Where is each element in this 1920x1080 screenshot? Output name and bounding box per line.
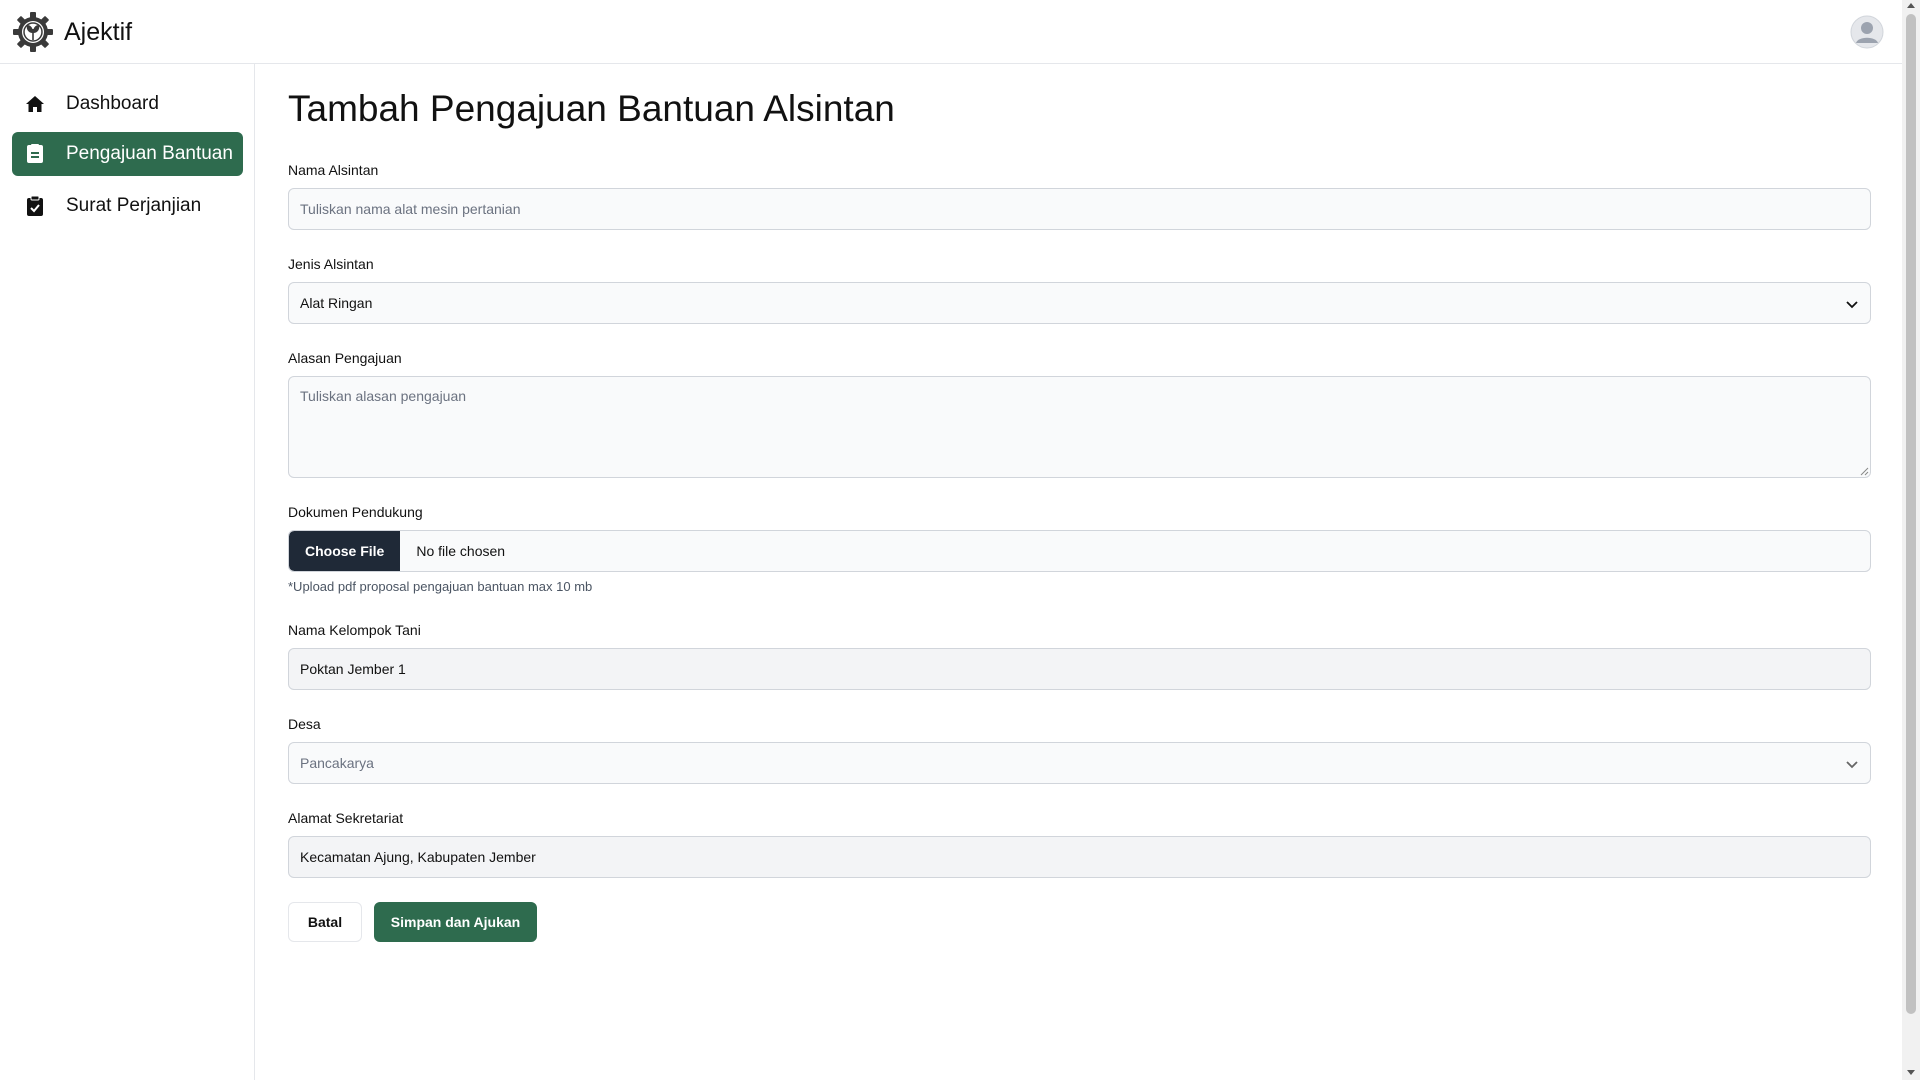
alamat-sekretariat-label: Alamat Sekretariat [288, 810, 404, 826]
submit-button[interactable]: Simpan dan Ajukan [374, 902, 537, 942]
home-icon [24, 93, 46, 115]
choose-file-button[interactable]: Choose File [289, 531, 401, 571]
sidebar-item-surat-perjanjian[interactable]: Surat Perjanjian [12, 184, 243, 228]
sidebar-item-label: Pengajuan Bantuan [66, 143, 233, 164]
nama-alsintan-label: Nama Alsintan [288, 162, 379, 178]
desa-label: Desa [288, 716, 321, 732]
app-name: Ajektif [64, 17, 133, 46]
chevron-down-icon [1846, 761, 1858, 769]
desa-value: Pancakarya [300, 755, 374, 771]
chevron-down-icon [1846, 301, 1858, 309]
alasan-pengajuan-label: Alasan Pengajuan [288, 350, 402, 366]
scroll-down-arrow-icon[interactable] [1907, 1070, 1915, 1075]
scrollbar-thumb[interactable] [1906, 14, 1916, 1014]
page-scrollbar[interactable] [1902, 0, 1920, 1080]
sidebar-item-label: Surat Perjanjian [66, 195, 202, 216]
nama-alsintan-input[interactable] [288, 188, 1871, 230]
alasan-pengajuan-wrapper [288, 376, 1871, 478]
nama-kelompok-tani-label: Nama Kelompok Tani [288, 622, 421, 638]
resize-handle-icon[interactable] [1859, 466, 1869, 476]
clipboard-check-icon [24, 195, 46, 217]
page-title: Tambah Pengajuan Bantuan Alsintan [288, 88, 895, 129]
sidebar-item-dashboard[interactable]: Dashboard [12, 82, 243, 126]
dokumen-helper-text: *Upload pdf proposal pengajuan bantuan m… [288, 579, 593, 594]
cancel-button[interactable]: Batal [288, 902, 362, 942]
user-avatar-icon[interactable] [1850, 15, 1884, 49]
jenis-alsintan-select[interactable]: Alat Ringan [288, 282, 1871, 324]
alasan-pengajuan-textarea[interactable] [288, 376, 1871, 478]
dokumen-pendukung-label: Dokumen Pendukung [288, 504, 423, 520]
top-navbar: Ajektif [0, 0, 1902, 64]
alamat-sekretariat-input[interactable] [288, 836, 1871, 878]
sidebar: Dashboard Pengajuan Bantuan Surat Perjan… [0, 64, 255, 1080]
jenis-alsintan-value: Alat Ringan [300, 295, 373, 311]
document-icon [24, 143, 46, 165]
desa-select[interactable]: Pancakarya [288, 742, 1871, 784]
nama-kelompok-tani-input[interactable] [288, 648, 1871, 690]
file-status-text: No file chosen [416, 543, 506, 559]
gear-leaf-logo-icon [13, 12, 53, 52]
dokumen-pendukung-file-input[interactable]: Choose File No file chosen [288, 530, 1871, 572]
scroll-up-arrow-icon[interactable] [1907, 3, 1915, 8]
sidebar-item-label: Dashboard [66, 93, 159, 114]
brand[interactable]: Ajektif [12, 11, 132, 53]
sidebar-item-pengajuan-bantuan[interactable]: Pengajuan Bantuan [12, 132, 243, 176]
jenis-alsintan-label: Jenis Alsintan [288, 256, 374, 272]
